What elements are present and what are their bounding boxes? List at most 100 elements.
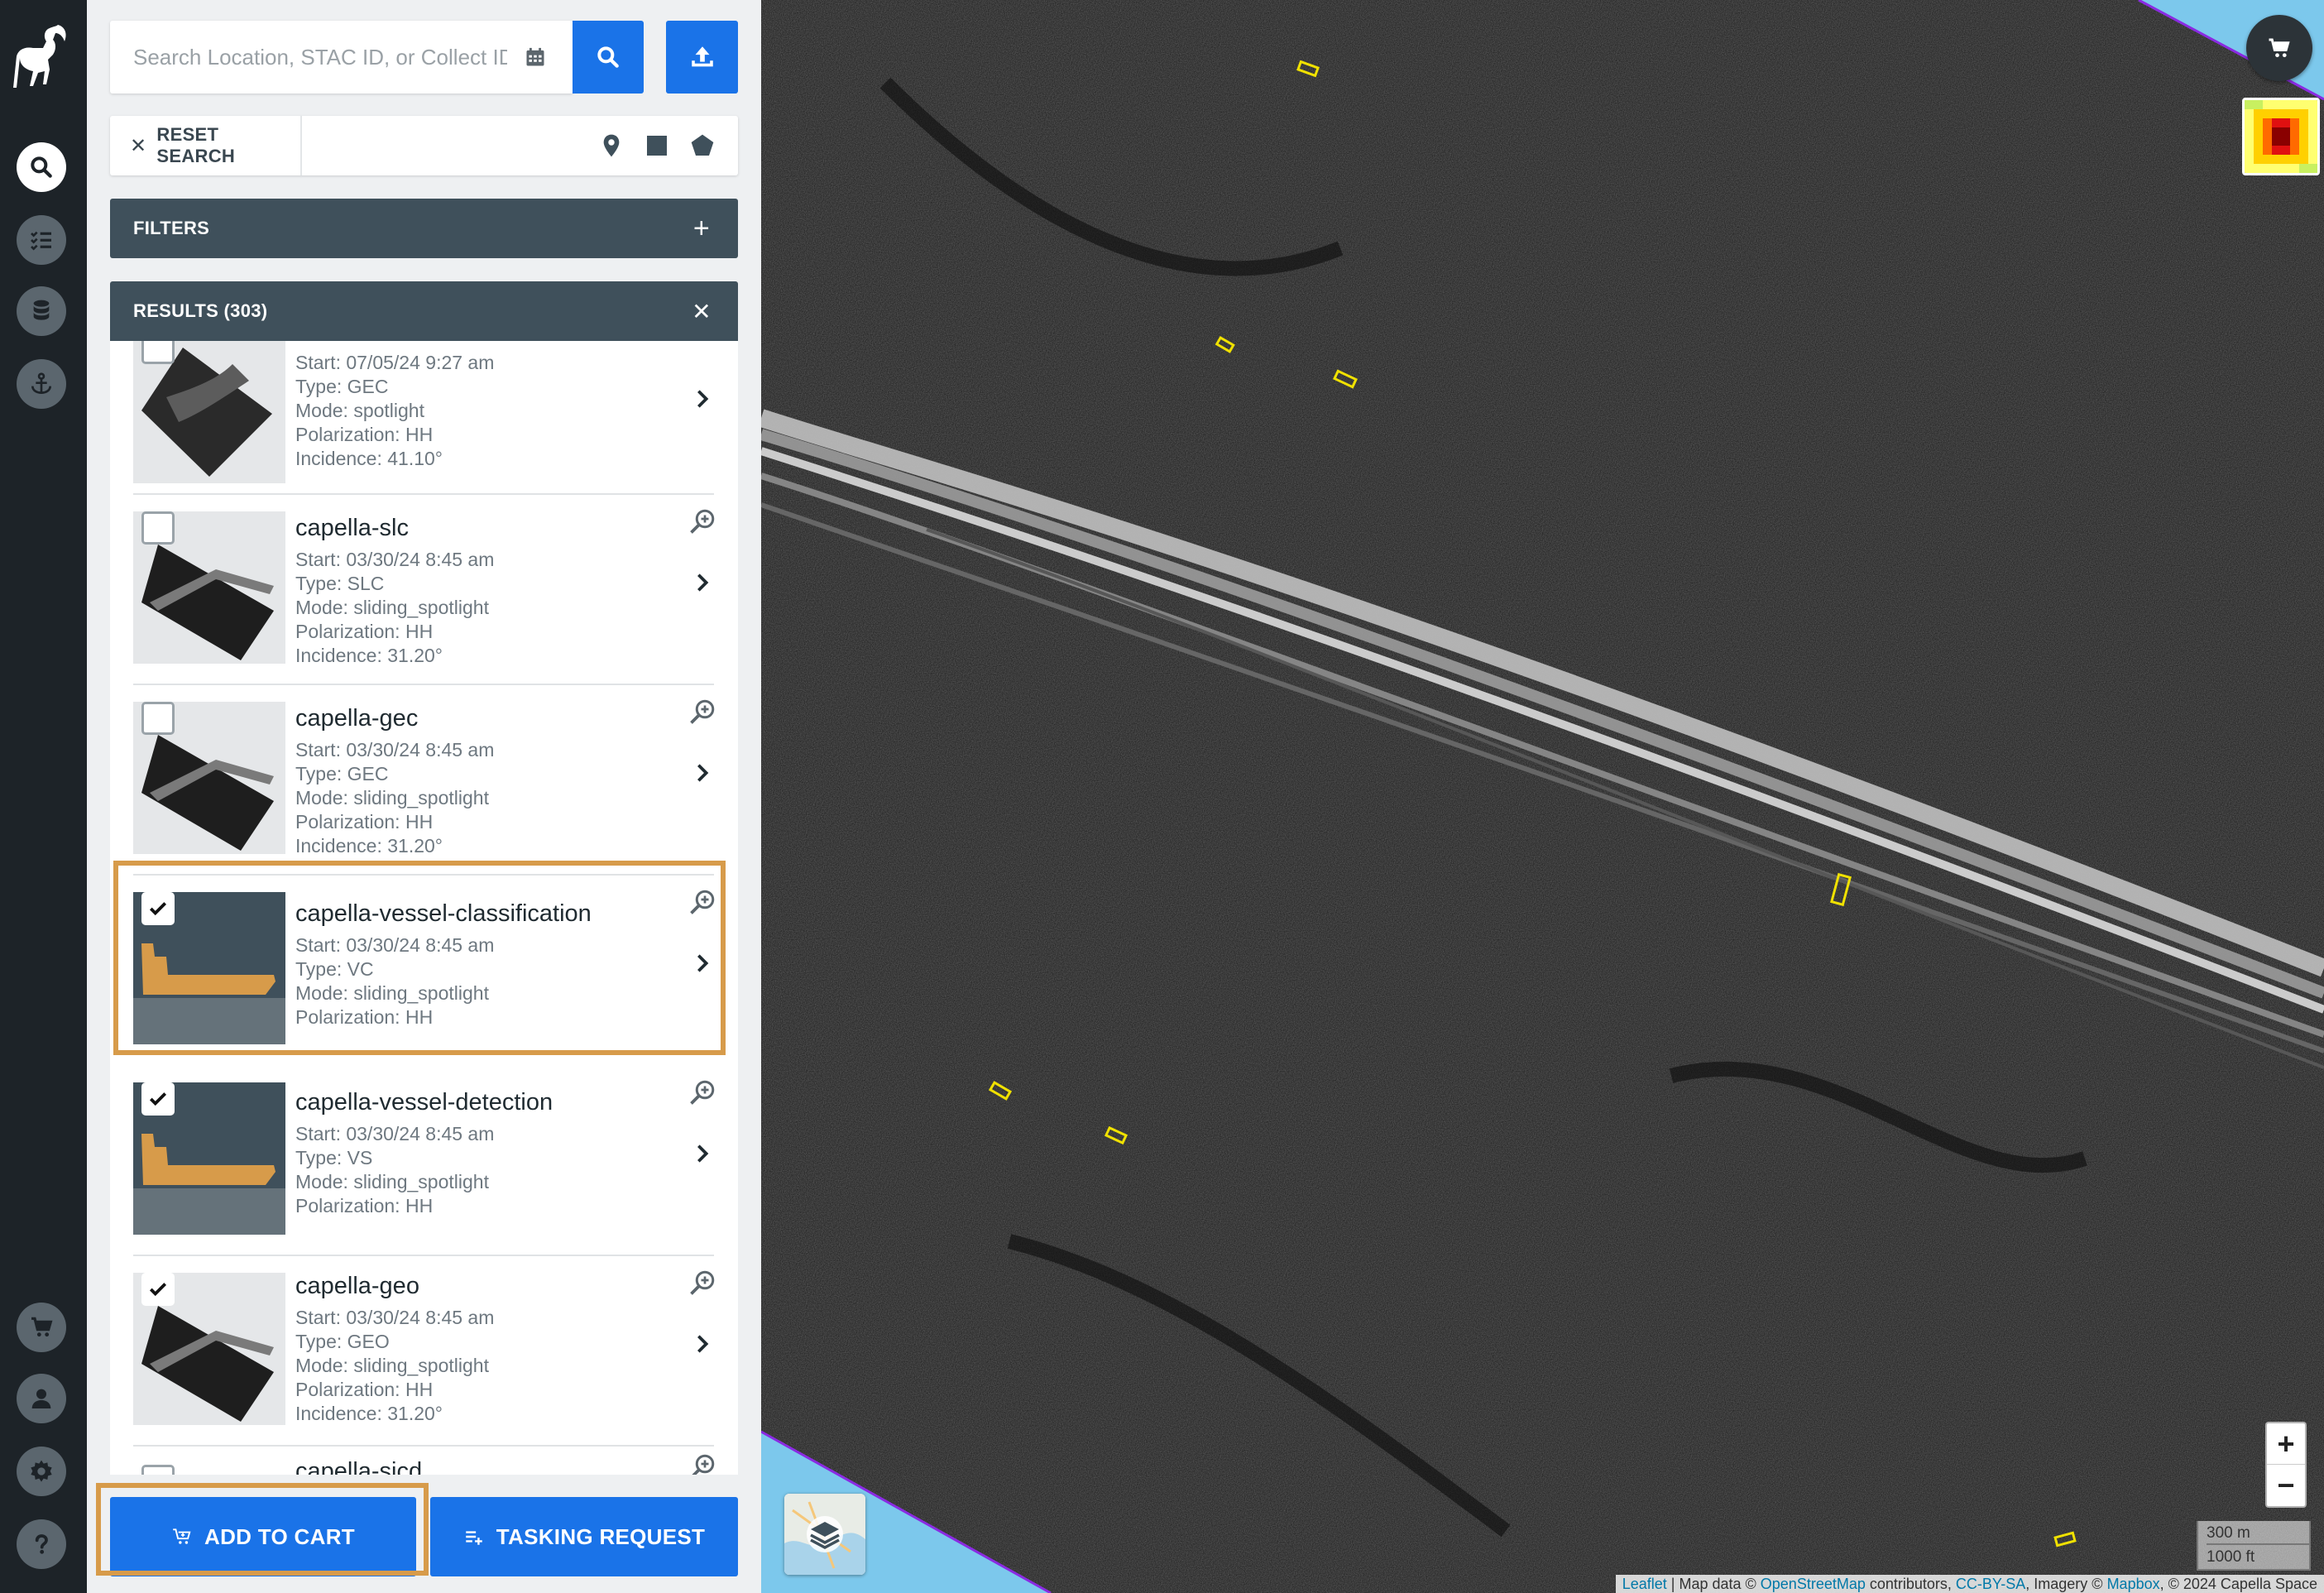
search-panel: ✕ RESET SEARCH FILTERS + RESULTS (303) ✕… xyxy=(87,0,761,1593)
zoom-to-icon[interactable] xyxy=(688,506,717,536)
rectangle-draw-icon[interactable] xyxy=(644,132,670,159)
calendar-icon[interactable] xyxy=(524,46,547,69)
add-to-cart-button[interactable]: ADD TO CART xyxy=(110,1497,416,1576)
close-icon: ✕ xyxy=(130,134,147,157)
heatmap-toggle[interactable] xyxy=(2242,98,2320,175)
chevron-right-icon[interactable] xyxy=(691,387,714,410)
action-bar: ADD TO CART TASKING REQUEST xyxy=(87,1475,761,1593)
layers-icon xyxy=(784,1494,865,1575)
list-item[interactable]: capella-sicd xyxy=(110,1447,717,1475)
search-button[interactable] xyxy=(573,21,644,94)
result-meta: Start: 03/30/24 8:45 am Type: VS Mode: s… xyxy=(295,1123,495,1216)
map-pin-icon[interactable] xyxy=(598,132,625,159)
result-checkbox[interactable] xyxy=(141,1273,175,1306)
chevron-right-icon[interactable] xyxy=(691,571,714,594)
result-title: capella-gec xyxy=(295,705,419,732)
list-item[interactable]: capella-vessel-classification Start: 03/… xyxy=(110,876,717,1066)
reset-search-label: RESET SEARCH xyxy=(156,124,236,166)
plus-icon[interactable]: + xyxy=(687,213,716,244)
gear-icon xyxy=(31,1460,52,1482)
tasking-request-label: TASKING REQUEST xyxy=(496,1523,706,1549)
anchor-icon xyxy=(31,372,51,395)
result-meta: Start: 03/30/24 8:45 am Type: SLC Mode: … xyxy=(295,549,495,666)
result-meta: Start: 07/05/24 9:27 am Type: GEC Mode: … xyxy=(295,352,495,469)
scale-metric: 300 m xyxy=(2207,1521,2309,1545)
search-input[interactable] xyxy=(110,21,507,94)
checklist-icon xyxy=(31,231,51,251)
osm-link[interactable]: OpenStreetMap xyxy=(1761,1576,1866,1592)
result-checkbox[interactable] xyxy=(141,341,175,364)
rail-database-button[interactable] xyxy=(17,286,66,336)
zoom-to-icon[interactable] xyxy=(688,697,717,727)
list-item[interactable]: capella-vessel-detection Start: 03/30/24… xyxy=(110,1066,717,1256)
close-icon[interactable]: ✕ xyxy=(687,296,716,326)
results-list[interactable]: Start: 07/05/24 9:27 am Type: GEC Mode: … xyxy=(110,341,738,1475)
list-add-icon xyxy=(466,1531,482,1545)
upload-icon xyxy=(691,46,713,67)
rail-cart-button[interactable] xyxy=(17,1303,66,1352)
basemap-layers-button[interactable] xyxy=(784,1494,865,1575)
zoom-out-button[interactable]: − xyxy=(2267,1465,2305,1506)
rail-account-button[interactable] xyxy=(17,1374,66,1423)
chevron-right-icon[interactable] xyxy=(691,761,714,785)
result-title: capella-geo xyxy=(295,1273,419,1299)
result-title: capella-vessel-detection xyxy=(295,1089,553,1116)
search-box xyxy=(110,21,573,94)
map-cart-button[interactable] xyxy=(2246,15,2312,81)
rail-tasks-button[interactable] xyxy=(17,215,66,265)
map-scale: 300 m 1000 ft xyxy=(2197,1521,2311,1571)
add-to-cart-label: ADD TO CART xyxy=(204,1523,355,1549)
rail-anchor-button[interactable] xyxy=(17,359,66,409)
list-item[interactable]: capella-gec Start: 03/30/24 8:45 am Type… xyxy=(110,685,717,876)
result-checkbox[interactable] xyxy=(141,511,175,545)
heatmap-icon xyxy=(2245,100,2317,173)
scale-imperial: 1000 ft xyxy=(2207,1548,2255,1566)
list-item[interactable]: Start: 07/05/24 9:27 am Type: GEC Mode: … xyxy=(110,341,714,495)
zoom-control: + − xyxy=(2265,1422,2307,1508)
result-checkbox[interactable] xyxy=(141,1082,175,1116)
upload-button[interactable] xyxy=(666,21,738,94)
results-section-header: RESULTS (303) ✕ xyxy=(110,281,738,341)
help-icon xyxy=(35,1534,48,1554)
result-checkbox[interactable] xyxy=(141,702,175,735)
ibex-logo xyxy=(13,25,66,88)
rail-search-button[interactable] xyxy=(17,142,66,192)
list-item[interactable]: capella-slc Start: 03/30/24 8:45 am Type… xyxy=(110,495,717,685)
leaflet-link[interactable]: Leaflet xyxy=(1622,1576,1667,1592)
tasking-request-button[interactable]: TASKING REQUEST xyxy=(430,1497,738,1576)
result-checkbox[interactable] xyxy=(141,1465,175,1475)
search-icon xyxy=(31,156,52,178)
search-tools-row: ✕ RESET SEARCH xyxy=(110,116,738,175)
list-item[interactable]: capella-geo Start: 03/30/24 8:45 am Type… xyxy=(110,1256,717,1447)
result-title: capella-vessel-classification xyxy=(295,900,592,927)
license-link[interactable]: CC-BY-SA xyxy=(1956,1576,2025,1592)
rail-settings-button[interactable] xyxy=(17,1447,66,1496)
search-icon xyxy=(597,46,619,68)
zoom-to-icon[interactable] xyxy=(688,1268,717,1298)
result-title: capella-slc xyxy=(295,515,409,541)
result-meta: Start: 03/30/24 8:45 am Type: GEO Mode: … xyxy=(295,1307,495,1424)
filters-label: FILTERS xyxy=(133,218,210,238)
reset-search-button[interactable]: ✕ RESET SEARCH xyxy=(110,116,302,175)
result-meta: Start: 03/30/24 8:45 am Type: GEC Mode: … xyxy=(295,739,495,856)
cart-plus-icon xyxy=(173,1528,191,1544)
zoom-to-icon[interactable] xyxy=(688,1451,717,1475)
zoom-to-icon[interactable] xyxy=(688,887,717,917)
chevron-right-icon[interactable] xyxy=(691,1142,714,1165)
map-view[interactable]: + − 300 m 1000 ft Leaflet | Map data © O… xyxy=(761,0,2324,1593)
results-label: RESULTS (303) xyxy=(133,300,268,321)
result-title: capella-sicd xyxy=(295,1458,423,1475)
rail-help-button[interactable] xyxy=(17,1519,66,1569)
database-icon xyxy=(33,300,50,320)
zoom-to-icon[interactable] xyxy=(688,1077,717,1107)
cart-icon xyxy=(2269,38,2290,58)
result-meta: Start: 03/30/24 8:45 am Type: VC Mode: s… xyxy=(295,934,495,1028)
polygon-draw-icon[interactable] xyxy=(689,132,716,159)
mapbox-link[interactable]: Mapbox xyxy=(2107,1576,2160,1592)
cart-icon xyxy=(31,1317,53,1337)
result-checkbox[interactable] xyxy=(141,892,175,925)
chevron-right-icon[interactable] xyxy=(691,952,714,975)
filters-section-header[interactable]: FILTERS + xyxy=(110,199,738,258)
chevron-right-icon[interactable] xyxy=(691,1332,714,1355)
zoom-in-button[interactable]: + xyxy=(2267,1423,2305,1465)
